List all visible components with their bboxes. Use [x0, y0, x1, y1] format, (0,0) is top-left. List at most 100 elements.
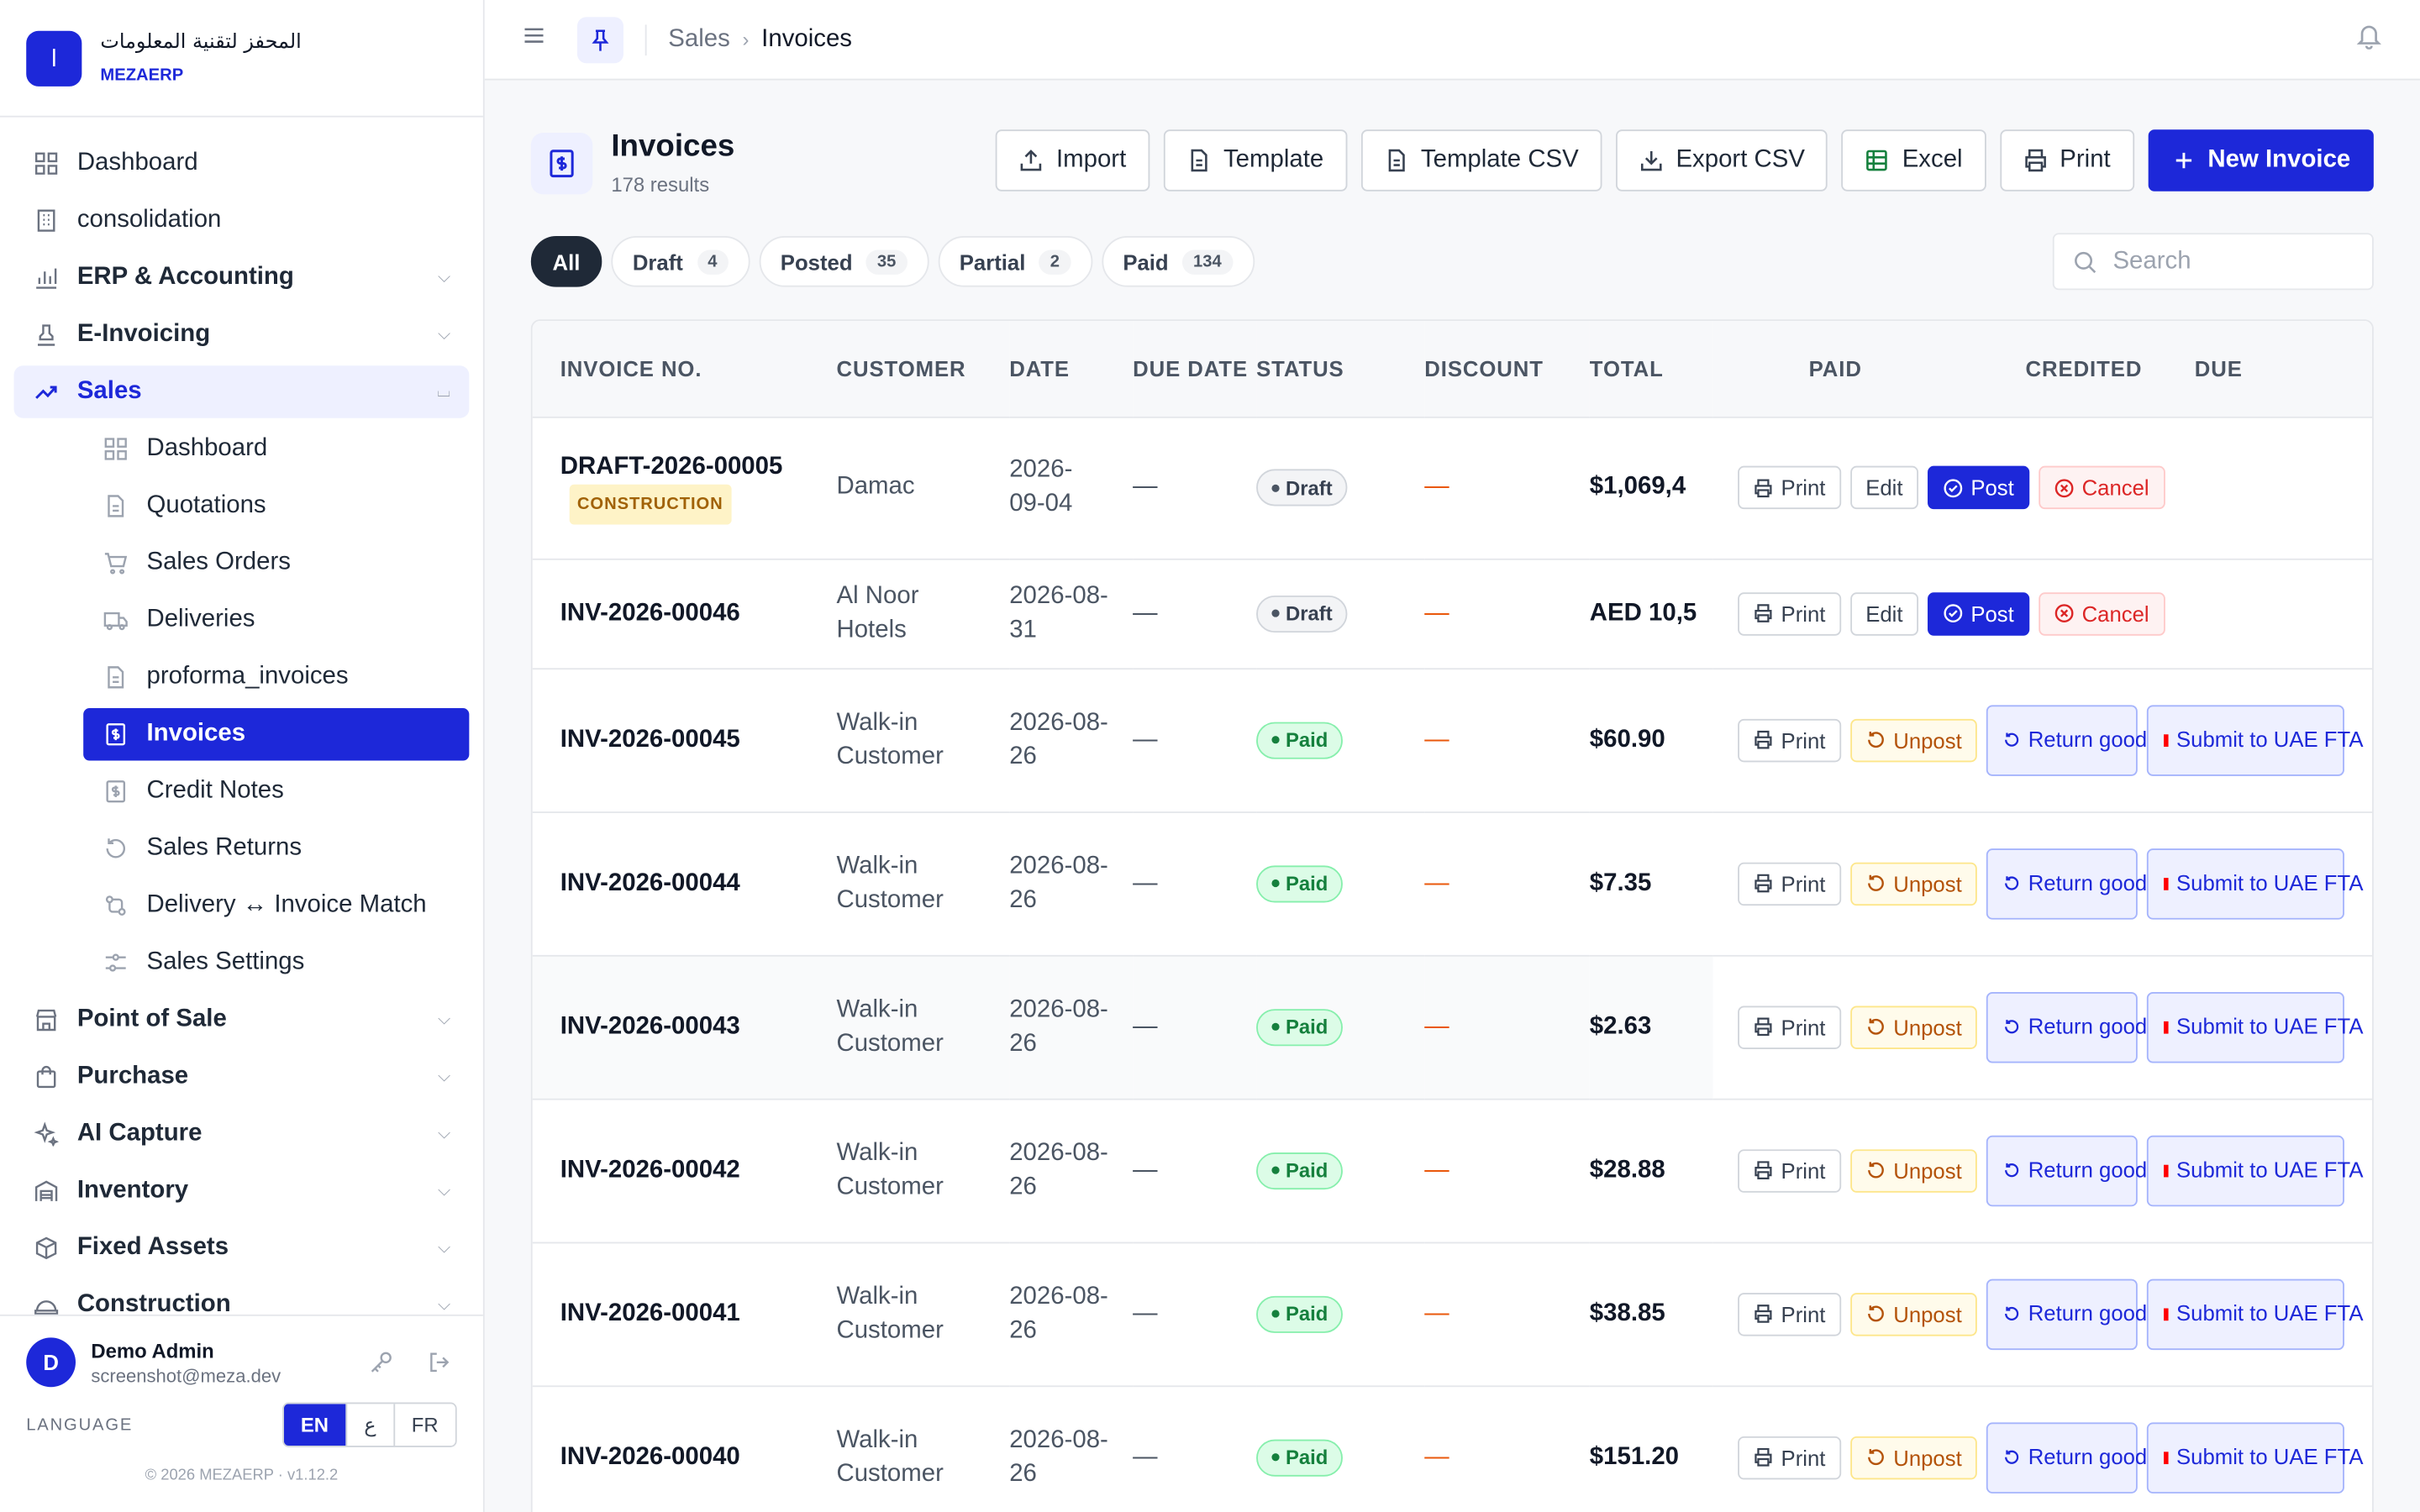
sidebar-item-ai-capture[interactable]: AI Capture ⌵ — [14, 1108, 470, 1160]
return-goods-button[interactable]: Return goods — [1986, 704, 2158, 775]
sidebar-subitem-sales-orders[interactable]: Sales Orders — [83, 537, 469, 589]
return-goods-button[interactable]: Return goods — [1986, 848, 2158, 919]
sidebar-subitem-sales-settings[interactable]: Sales Settings — [83, 937, 469, 989]
print-row-button[interactable]: Print — [1738, 1148, 1841, 1192]
table-row[interactable]: INV-2026-00044 Walk-in Customer 2026-08-… — [532, 811, 2373, 956]
filter-paid[interactable]: Paid 134 — [1101, 236, 1255, 287]
sidebar-item-dashboard[interactable]: Dashboard — [14, 137, 470, 189]
header-discount[interactable]: DISCOUNT — [1424, 321, 1590, 417]
submit-fta-button[interactable]: Submit to UAE FTA — [2147, 991, 2363, 1063]
print-row-button[interactable]: Print — [1738, 591, 1841, 635]
pin-icon[interactable] — [576, 16, 624, 63]
table-row[interactable]: INV-2026-00041 Walk-in Customer 2026-08-… — [532, 1242, 2373, 1387]
post-button[interactable]: Post — [1927, 591, 2030, 635]
sidebar-subitem-delivery-invoice-match[interactable]: Delivery ↔ Invoice Match — [83, 879, 469, 932]
sidebar-item-erp-accounting[interactable]: ERP & Accounting ⌵ — [14, 251, 470, 303]
filter-posted[interactable]: Posted 35 — [759, 236, 929, 287]
bell-icon[interactable] — [2355, 22, 2383, 57]
submit-fta-button[interactable]: Submit to UAE FTA — [2147, 1278, 2363, 1350]
excel-button[interactable]: Excel — [1842, 129, 1986, 192]
sidebar-subitem-proforma-invoices[interactable]: proforma_invoices — [83, 651, 469, 703]
print-row-button[interactable]: Print — [1738, 861, 1841, 906]
filter-draft[interactable]: Draft 4 — [611, 236, 750, 287]
table-row[interactable]: INV-2026-00045 Walk-in Customer 2026-08-… — [532, 668, 2373, 813]
header-due[interactable]: DUE — [2195, 354, 2243, 382]
table-row[interactable]: INV-2026-00046 Al Noor Hotels 2026-08-31… — [532, 558, 2373, 669]
logout-icon[interactable] — [423, 1346, 456, 1379]
header-total[interactable]: TOTAL — [1589, 321, 1713, 417]
language-option-fr[interactable]: FR — [392, 1404, 455, 1446]
submit-fta-button[interactable]: Submit to UAE FTA — [2147, 1134, 2363, 1206]
header-customer[interactable]: CUSTOMER — [836, 321, 1010, 417]
return-goods-button[interactable]: Return goods — [1986, 1134, 2158, 1206]
cancel-button[interactable]: Cancel — [2039, 591, 2165, 635]
print-row-button[interactable]: Print — [1738, 1005, 1841, 1049]
invoice-number[interactable]: INV-2026-00045 — [560, 726, 740, 752]
table-row[interactable]: INV-2026-00040 Walk-in Customer 2026-08-… — [532, 1385, 2373, 1512]
menu-icon[interactable] — [522, 24, 553, 56]
sidebar-item-sales[interactable]: Sales ⌴ — [13, 365, 470, 418]
import-button[interactable]: Import — [996, 129, 1150, 192]
print-row-button[interactable]: Print — [1738, 1292, 1841, 1336]
return-goods-button[interactable]: Return goods — [1986, 991, 2158, 1063]
new-invoice-button[interactable]: New Invoice — [2147, 129, 2374, 192]
filter-all[interactable]: All — [530, 236, 602, 287]
sidebar-item-inventory[interactable]: Inventory ⌵ — [14, 1165, 470, 1217]
key-icon[interactable] — [364, 1346, 397, 1379]
invoice-number[interactable]: INV-2026-00040 — [560, 1443, 740, 1469]
cancel-button[interactable]: Cancel — [2039, 465, 2165, 510]
return-goods-button[interactable]: Return goods — [1986, 1278, 2158, 1350]
table-row[interactable]: INV-2026-00043 Walk-in Customer 2026-08-… — [532, 954, 2373, 1100]
breadcrumb-parent[interactable]: Sales — [668, 25, 730, 53]
header-invoice-no[interactable]: INVOICE NO. — [532, 321, 837, 417]
print-button[interactable]: Print — [1999, 129, 2134, 192]
post-button[interactable]: Post — [1927, 465, 2030, 510]
unpost-button[interactable]: Unpost — [1849, 861, 1978, 906]
invoice-number[interactable]: INV-2026-00042 — [560, 1157, 740, 1183]
unpost-button[interactable]: Unpost — [1849, 1436, 1978, 1479]
sidebar-subitem-deliveries[interactable]: Deliveries — [83, 594, 469, 646]
table-row[interactable]: DRAFT-2026-00005 CONSTRUCTION Damac 2026-… — [532, 416, 2373, 559]
header-due-date[interactable]: DUE DATE — [1133, 321, 1257, 417]
filter-partial[interactable]: Partial 2 — [938, 236, 1092, 287]
submit-fta-button[interactable]: Submit to UAE FTA — [2147, 704, 2363, 775]
language-option-en[interactable]: EN — [283, 1404, 346, 1446]
invoice-number[interactable]: INV-2026-00043 — [560, 1013, 740, 1039]
sidebar-subitem-sales-dashboard[interactable]: Dashboard — [83, 423, 469, 475]
print-row-button[interactable]: Print — [1738, 465, 1841, 510]
template-csv-button[interactable]: Template CSV — [1360, 129, 1602, 192]
print-row-button[interactable]: Print — [1738, 1436, 1841, 1479]
language-option-ar[interactable]: ع — [345, 1404, 393, 1446]
sidebar-item-fixed-assets[interactable]: Fixed Assets ⌵ — [14, 1222, 470, 1274]
sidebar-item-consolidation[interactable]: consolidation — [14, 194, 470, 246]
submit-fta-button[interactable]: Submit to UAE FTA — [2147, 1421, 2363, 1494]
export-csv-button[interactable]: Export CSV — [1615, 129, 1828, 192]
invoice-number[interactable]: DRAFT-2026-00005 — [560, 454, 783, 480]
edit-button[interactable]: Edit — [1849, 591, 1918, 635]
header-status[interactable]: STATUS — [1256, 321, 1425, 417]
sidebar-subitem-quotations[interactable]: Quotations — [83, 480, 469, 532]
sidebar-item-purchase[interactable]: Purchase ⌵ — [14, 1051, 470, 1103]
unpost-button[interactable]: Unpost — [1849, 1005, 1978, 1049]
invoice-number[interactable]: INV-2026-00044 — [560, 869, 740, 895]
template-button[interactable]: Template — [1163, 129, 1347, 192]
unpost-button[interactable]: Unpost — [1849, 1148, 1978, 1192]
header-paid[interactable]: PAID — [1809, 354, 1862, 382]
unpost-button[interactable]: Unpost — [1849, 1292, 1978, 1336]
sidebar-item-e-invoicing[interactable]: E-Invoicing ⌵ — [14, 308, 470, 360]
unpost-button[interactable]: Unpost — [1849, 717, 1978, 762]
search-input[interactable] — [2112, 247, 2344, 276]
sidebar-subitem-sales-returns[interactable]: Sales Returns — [83, 822, 469, 874]
sidebar-item-construction[interactable]: Construction ⌵ — [14, 1279, 470, 1315]
table-row[interactable]: INV-2026-00042 Walk-in Customer 2026-08-… — [532, 1098, 2373, 1243]
sidebar-subitem-invoices[interactable]: Invoices — [83, 708, 470, 761]
invoice-number[interactable]: INV-2026-00041 — [560, 1299, 740, 1326]
header-credited[interactable]: CREDITED — [2026, 354, 2143, 382]
edit-button[interactable]: Edit — [1849, 465, 1918, 510]
print-row-button[interactable]: Print — [1738, 717, 1841, 762]
sidebar-item-point-of-sale[interactable]: Point of Sale ⌵ — [14, 994, 470, 1046]
sidebar-subitem-credit-notes[interactable]: Credit Notes — [83, 765, 469, 817]
return-goods-button[interactable]: Return goods — [1986, 1421, 2158, 1494]
submit-fta-button[interactable]: Submit to UAE FTA — [2147, 848, 2363, 919]
header-date[interactable]: DATE — [1009, 321, 1134, 417]
